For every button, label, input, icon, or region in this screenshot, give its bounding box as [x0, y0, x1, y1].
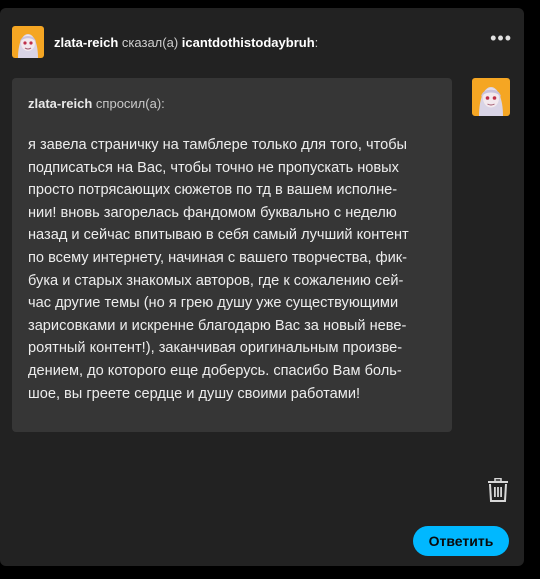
attribution-colon: : [314, 34, 319, 50]
ask-verb: спросил(а): [92, 96, 165, 111]
reblogged-from-name[interactable]: icantdothistodaybruh [182, 35, 315, 50]
reply-button[interactable]: Ответить [413, 526, 509, 556]
ask-bubble: zlata-reich спросил(а): я завела странич… [12, 78, 452, 432]
ask-question-text: я завела страничку на тамблере только дл… [28, 137, 409, 402]
asker-name[interactable]: zlata-reich [28, 96, 92, 111]
author-name[interactable]: zlata-reich [54, 35, 118, 50]
ask-attribution: zlata-reich спросил(а): [28, 96, 165, 111]
reblog-verb: сказал(а) [118, 34, 182, 50]
post-card: zlata-reich сказал(а) icantdothistodaybr… [0, 8, 524, 566]
post-header: zlata-reich сказал(а) icantdothistodaybr… [12, 26, 510, 58]
answerer-avatar[interactable] [472, 78, 510, 116]
reblog-attribution: zlata-reich сказал(а) icantdothistodaybr… [54, 35, 318, 50]
more-options-icon[interactable]: ••• [490, 28, 512, 49]
trash-icon[interactable] [487, 477, 509, 502]
author-avatar[interactable] [12, 26, 44, 58]
